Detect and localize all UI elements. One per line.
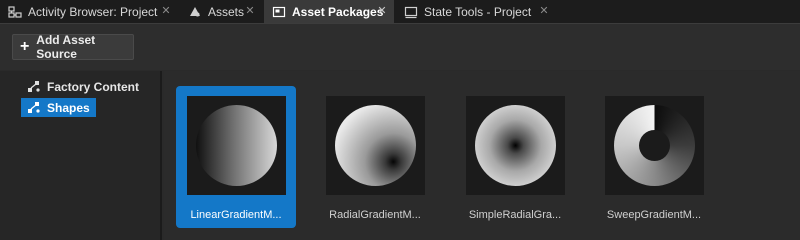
close-icon[interactable]: ✕ <box>244 5 256 17</box>
close-icon[interactable]: ✕ <box>376 5 388 17</box>
tab-asset-packages[interactable]: Asset Packages ✕ <box>264 0 394 23</box>
asset-label: RadialGradientM... <box>329 209 421 221</box>
linear-gradient-preview <box>196 105 277 186</box>
asset-thumbnail <box>466 96 565 195</box>
activity-browser-icon <box>8 5 22 19</box>
add-asset-source-button[interactable]: + Add Asset Source <box>12 33 134 61</box>
plus-icon: + <box>19 38 30 55</box>
tab-activity-browser[interactable]: Activity Browser: Project ✕ <box>0 0 178 23</box>
assets-icon <box>188 5 202 19</box>
tree-item-label: Factory Content <box>47 79 140 94</box>
tab-state-tools[interactable]: State Tools - Project ✕ <box>396 0 556 23</box>
package-icon <box>27 101 41 115</box>
asset-packages-icon <box>272 5 286 19</box>
tab-label: Activity Browser: Project <box>28 4 158 19</box>
asset-thumbnail <box>605 96 704 195</box>
state-tools-icon <box>404 5 418 19</box>
asset-tile-simple-radial-gradient[interactable]: SimpleRadialGra... <box>455 86 575 228</box>
asset-tile-linear-gradient[interactable]: LinearGradientM... <box>176 86 296 228</box>
tree-item-label: Shapes <box>47 100 90 115</box>
tab-label: Asset Packages <box>292 4 384 19</box>
tab-assets[interactable]: Assets ✕ <box>180 0 262 23</box>
asset-thumbnail <box>326 96 425 195</box>
asset-grid: LinearGradientM... RadialGradientM... Si… <box>164 71 800 240</box>
tree-item-factory-content[interactable]: Factory Content <box>21 77 145 96</box>
package-icon <box>27 80 41 94</box>
asset-tile-radial-gradient[interactable]: RadialGradientM... <box>315 86 435 228</box>
close-icon[interactable]: ✕ <box>160 5 172 17</box>
tab-label: Assets <box>208 4 245 19</box>
tab-bar: Activity Browser: Project ✕ Assets ✕ Ass… <box>0 0 800 23</box>
tab-label: State Tools - Project <box>424 4 532 19</box>
asset-source-tree: Factory Content Shapes <box>0 71 162 240</box>
asset-label: SweepGradientM... <box>606 209 702 221</box>
tree-item-shapes[interactable]: Shapes <box>21 98 96 117</box>
asset-tile-sweep-gradient[interactable]: SweepGradientM... <box>594 86 714 228</box>
asset-label: SimpleRadialGra... <box>468 209 562 221</box>
add-asset-source-label: Add Asset Source <box>36 33 96 61</box>
asset-thumbnail <box>187 96 286 195</box>
sweep-gradient-preview <box>614 105 695 186</box>
asset-label: LinearGradientM... <box>190 209 282 221</box>
close-icon[interactable]: ✕ <box>538 5 550 17</box>
toolbar: + Add Asset Source <box>0 23 800 70</box>
sweep-gradient-hole <box>639 130 670 161</box>
radial-gradient-preview <box>335 105 416 186</box>
simple-radial-gradient-preview <box>475 105 556 186</box>
